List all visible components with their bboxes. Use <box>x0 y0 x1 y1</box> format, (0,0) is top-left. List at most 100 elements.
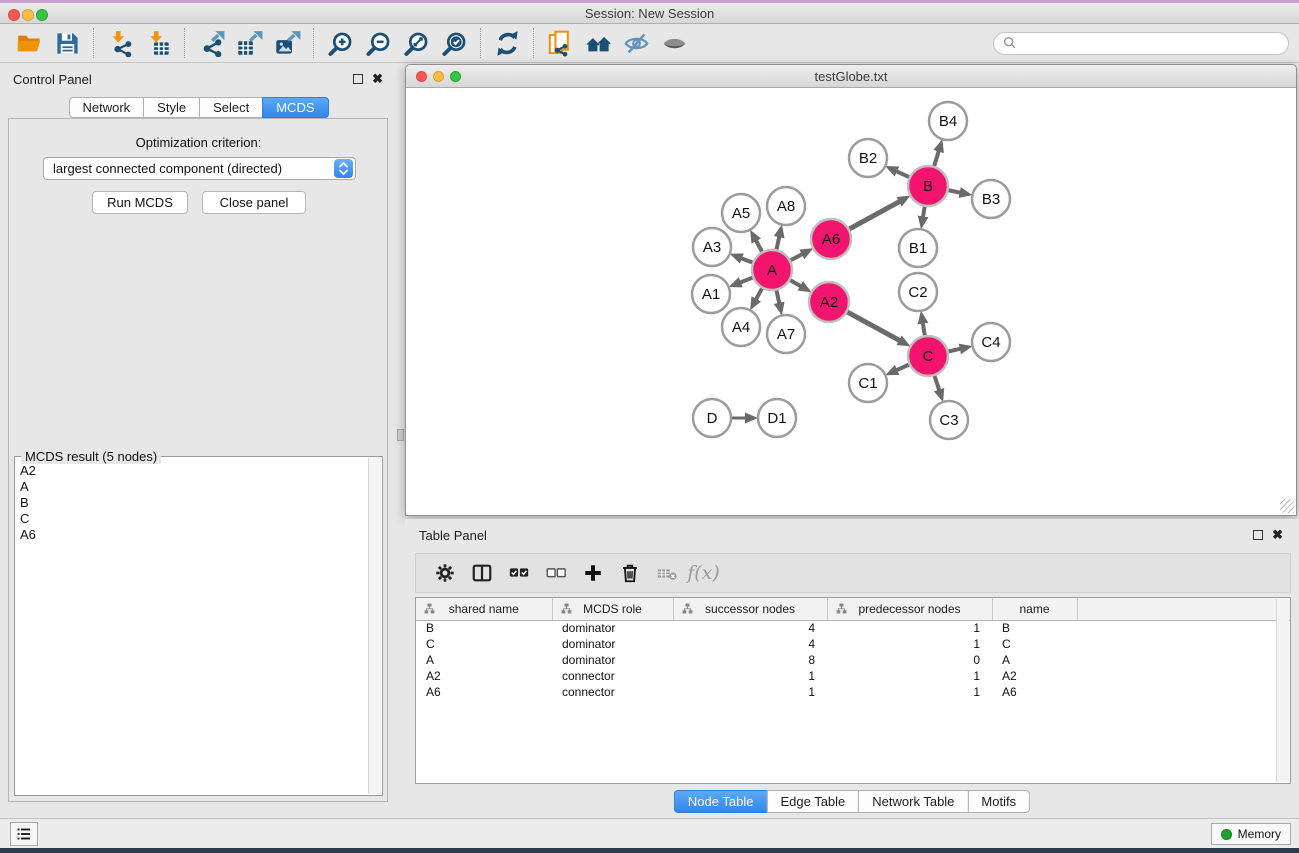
column-header-filler <box>1077 598 1290 620</box>
memory-button[interactable]: Memory <box>1211 823 1291 845</box>
tab-network-table[interactable]: Network Table <box>858 790 968 813</box>
graph-edge-C-C4[interactable] <box>948 349 960 352</box>
export-table-button[interactable] <box>230 27 268 60</box>
export-image-button[interactable] <box>268 27 306 60</box>
graph-edge-A-A2[interactable] <box>790 280 801 286</box>
import-network-button[interactable] <box>101 27 139 60</box>
graph-edge-A-A7[interactable] <box>776 291 779 304</box>
mcds-result-item[interactable]: B <box>15 495 367 511</box>
splitter-handle[interactable] <box>397 429 404 441</box>
graph-edge-A-A3[interactable] <box>741 258 752 262</box>
task-history-button[interactable] <box>10 822 38 846</box>
graph-edge-A-A8[interactable] <box>776 236 779 249</box>
table-row[interactable]: Adominator80A <box>416 652 1290 668</box>
deselect-all-button[interactable] <box>537 557 574 589</box>
columns-button[interactable] <box>463 557 500 589</box>
fx-button: f(x) <box>685 557 722 589</box>
graph-edge-C-C3[interactable] <box>935 376 940 391</box>
gear-button[interactable] <box>426 557 463 589</box>
result-scrollbar[interactable] <box>368 458 381 794</box>
graph-edge-A-A5[interactable] <box>756 240 762 251</box>
control-panel-tabs: NetworkStyleSelectMCDS <box>68 97 328 118</box>
toolbar-separator <box>313 28 314 58</box>
panel-splitter[interactable] <box>397 63 405 818</box>
table-row[interactable]: Cdominator41C <box>416 636 1290 652</box>
table-row[interactable]: A6connector11A6 <box>416 684 1290 700</box>
mcds-result-item[interactable]: A <box>15 479 367 495</box>
search-input[interactable] <box>1018 35 1280 51</box>
mcds-result-item[interactable]: A2 <box>15 463 367 479</box>
main-area: Control Panel NetworkStyleSelectMCDS Opt… <box>0 63 1299 818</box>
window-titlebar[interactable]: Session: New Session <box>0 3 1299 24</box>
column-header-MCDS-role[interactable]: MCDS role <box>552 598 673 620</box>
graph-edge-C-C2[interactable] <box>923 323 925 336</box>
tab-select[interactable]: Select <box>199 97 263 118</box>
status-bar: Memory <box>0 818 1299 848</box>
run-mcds-button[interactable]: Run MCDS <box>92 191 188 214</box>
graph-node-label: D <box>707 410 718 427</box>
column-header-predecessor-nodes[interactable]: predecessor nodes <box>827 598 992 620</box>
tab-mcds[interactable]: MCDS <box>262 97 328 118</box>
mcds-result-item[interactable]: C <box>15 511 367 527</box>
graph-edge-A6-B[interactable] <box>849 201 899 229</box>
show-all-button[interactable] <box>655 27 693 60</box>
resize-grip-icon[interactable] <box>1280 499 1294 513</box>
criterion-select[interactable]: largest connected component (directed) <box>43 157 356 180</box>
apply-layout-button[interactable] <box>488 27 526 60</box>
table-cell: 1 <box>827 620 992 636</box>
close-panel-icon[interactable] <box>372 71 383 87</box>
import-table-button[interactable] <box>139 27 177 60</box>
graph-node-label: A3 <box>703 239 721 256</box>
network-from-selection-button[interactable] <box>541 27 579 60</box>
hide-selected-button[interactable] <box>617 27 655 60</box>
zoom-out-button[interactable] <box>359 27 397 60</box>
open-session-button[interactable] <box>10 27 48 60</box>
tab-network[interactable]: Network <box>68 97 144 118</box>
add-row-button[interactable] <box>574 557 611 589</box>
table-cell: connector <box>552 668 673 684</box>
close-table-panel-icon[interactable] <box>1272 527 1283 543</box>
graph-edge-B-B4[interactable] <box>934 151 939 166</box>
save-session-button[interactable] <box>48 27 86 60</box>
zoom-fit-button[interactable] <box>397 27 435 60</box>
table-scrollbar[interactable] <box>1276 599 1289 782</box>
column-header-name[interactable]: name <box>992 598 1077 620</box>
mcds-result-item[interactable]: A6 <box>15 527 367 543</box>
zoom-selected-button[interactable] <box>435 27 473 60</box>
network-canvas[interactable]: B4B2BB3A5A8A6A3AB1A1C2A2A4A7CC4C1C3DD1 <box>407 89 1295 514</box>
tab-motifs[interactable]: Motifs <box>967 790 1030 813</box>
table-cell: 8 <box>673 652 827 668</box>
float-panel-icon[interactable] <box>353 74 363 84</box>
search-box[interactable] <box>993 32 1289 55</box>
graph-edge-A2-C[interactable] <box>847 312 899 341</box>
delete-row-button[interactable] <box>611 557 648 589</box>
zoom-in-button[interactable] <box>321 27 359 60</box>
graph-edge-A-A4[interactable] <box>756 288 762 299</box>
graph-edge-B-B2[interactable] <box>896 171 909 177</box>
column-header-successor-nodes[interactable]: successor nodes <box>673 598 827 620</box>
table-row[interactable]: A2connector11A2 <box>416 668 1290 684</box>
select-all-button[interactable] <box>500 557 537 589</box>
table-cell-filler <box>1077 620 1290 636</box>
network-window-titlebar[interactable]: testGlobe.txt <box>406 65 1296 88</box>
toolbar-separator <box>480 28 481 58</box>
graph-node-label: A5 <box>732 205 750 222</box>
column-header-shared-name[interactable]: shared name <box>416 598 552 620</box>
memory-label: Memory <box>1238 827 1281 841</box>
graph-edge-A-A6[interactable] <box>791 254 803 260</box>
welcome-screen-button[interactable] <box>579 27 617 60</box>
attribute-tree-icon <box>836 603 847 614</box>
tab-node-table[interactable]: Node Table <box>674 790 768 813</box>
graph-node-label: A7 <box>777 326 795 343</box>
graph-edge-C-C1[interactable] <box>896 365 909 371</box>
close-panel-button[interactable]: Close panel <box>202 191 306 214</box>
graph-edge-B-B3[interactable] <box>949 190 961 192</box>
attribute-tree-icon <box>682 603 693 614</box>
tab-style[interactable]: Style <box>143 97 200 118</box>
table-row[interactable]: Bdominator41B <box>416 620 1290 636</box>
graph-edge-A-A1[interactable] <box>740 278 753 283</box>
graph-edge-B-B1[interactable] <box>923 207 925 218</box>
export-network-button[interactable] <box>192 27 230 60</box>
tab-edge-table[interactable]: Edge Table <box>766 790 859 813</box>
float-table-panel-icon[interactable] <box>1253 530 1263 540</box>
